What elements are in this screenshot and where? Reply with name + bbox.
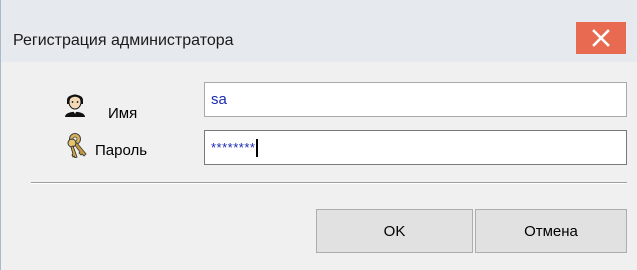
password-input[interactable]: ******** [204, 130, 627, 165]
close-button[interactable] [576, 22, 626, 54]
password-input-value: ******** [211, 140, 256, 155]
login-dialog: Регистрация администратора Имя Пароль sa… [0, 0, 637, 270]
title-bar[interactable]: Регистрация администратора [1, 0, 637, 62]
name-input-value: sa [211, 91, 227, 108]
ok-button[interactable]: OK [316, 209, 473, 253]
cancel-button[interactable]: Отмена [475, 209, 627, 253]
name-input[interactable]: sa [204, 82, 627, 117]
cancel-button-label: Отмена [524, 222, 578, 240]
name-label: Имя [108, 105, 138, 122]
close-icon [592, 29, 610, 47]
dialog-body: Имя Пароль sa ******** OK Отмена [1, 62, 637, 270]
dialog-title: Регистрация администратора [13, 32, 234, 49]
key-icon [67, 133, 87, 158]
text-caret [256, 138, 259, 157]
password-label: Пароль [95, 142, 148, 159]
user-icon [65, 94, 85, 117]
ok-button-label: OK [383, 222, 406, 240]
separator [31, 182, 627, 184]
